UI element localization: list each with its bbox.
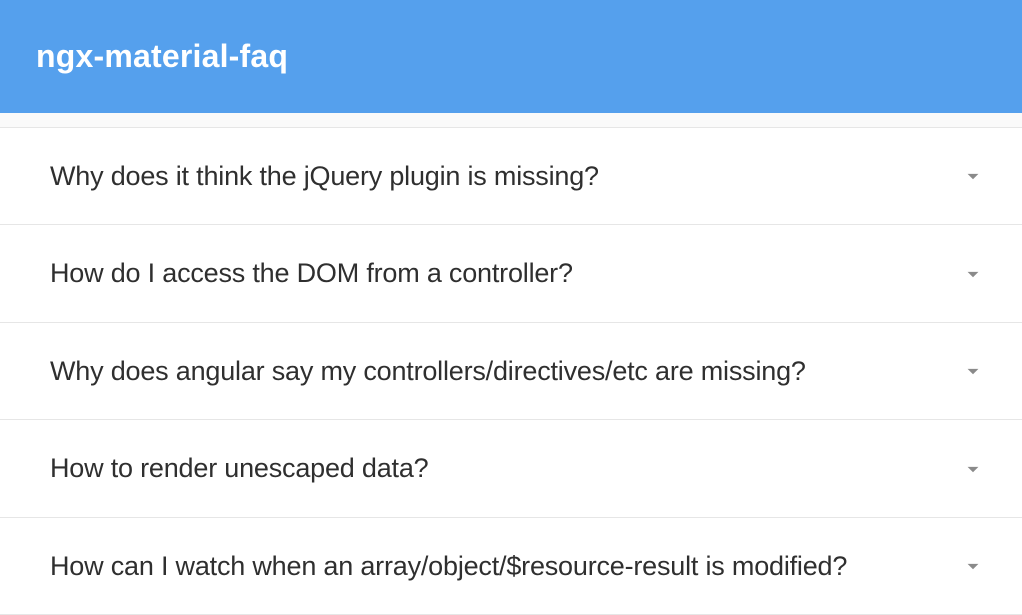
faq-question: How to render unescaped data? (50, 450, 960, 486)
app-title: ngx-material-faq (36, 38, 288, 74)
faq-item[interactable]: Why does it think the jQuery plugin is m… (0, 127, 1022, 225)
faq-item[interactable]: How to render unescaped data? (0, 420, 1022, 517)
faq-list: Why does it think the jQuery plugin is m… (0, 127, 1022, 615)
faq-item[interactable]: How do I access the DOM from a controlle… (0, 225, 1022, 322)
chevron-down-icon (960, 163, 986, 189)
faq-question: Why does it think the jQuery plugin is m… (50, 158, 960, 194)
chevron-down-icon (960, 358, 986, 384)
app-header: ngx-material-faq (0, 0, 1022, 113)
chevron-down-icon (960, 261, 986, 287)
faq-question: How do I access the DOM from a controlle… (50, 255, 960, 291)
faq-item[interactable]: How can I watch when an array/object/$re… (0, 518, 1022, 615)
faq-question: How can I watch when an array/object/$re… (50, 548, 960, 584)
chevron-down-icon (960, 553, 986, 579)
chevron-down-icon (960, 456, 986, 482)
faq-item[interactable]: Why does angular say my controllers/dire… (0, 323, 1022, 420)
faq-question: Why does angular say my controllers/dire… (50, 353, 960, 389)
